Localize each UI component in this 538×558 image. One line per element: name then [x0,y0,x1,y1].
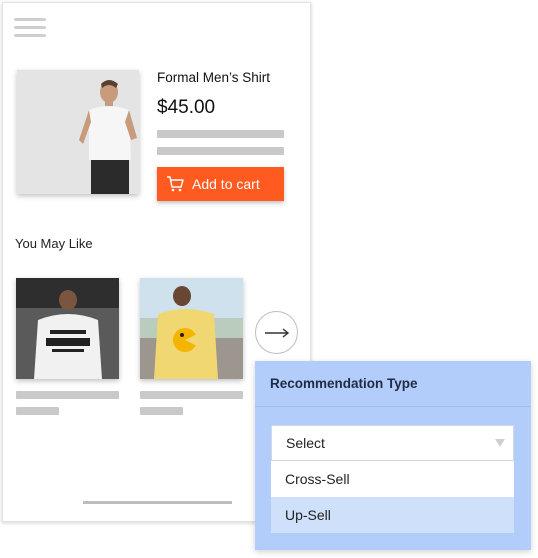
description-placeholder-line [157,130,284,138]
arrow-right-icon [264,327,289,338]
product-price-placeholder [140,407,183,415]
option-cross-sell[interactable]: Cross-Sell [271,461,514,497]
scrollbar[interactable] [83,501,232,504]
recommended-product-thumbnail[interactable] [16,278,119,379]
product-name-placeholder [16,391,119,399]
description-placeholder-line [157,147,284,155]
product-title: Formal Men’s Shirt [157,70,271,85]
next-products-button[interactable] [255,311,298,354]
hamburger-menu-icon[interactable] [14,18,46,40]
product-price-placeholder [16,407,59,415]
recommended-product-thumbnail[interactable] [140,278,243,379]
chevron-down-icon [495,439,505,447]
option-up-sell[interactable]: Up-Sell [271,497,514,533]
product-name-placeholder [140,391,243,399]
section-heading: You May Like [15,236,93,251]
recommendation-type-panel: Recommendation Type Select Cross-Sell Up… [255,361,531,550]
add-to-cart-label: Add to cart [192,176,260,192]
recommendation-type-select[interactable]: Select [271,425,514,461]
select-placeholder: Select [286,435,325,451]
cart-icon [167,176,184,192]
panel-title: Recommendation Type [255,361,531,407]
product-image[interactable] [17,70,139,194]
product-price: $45.00 [157,97,216,118]
add-to-cart-button[interactable]: Add to cart [157,167,284,201]
